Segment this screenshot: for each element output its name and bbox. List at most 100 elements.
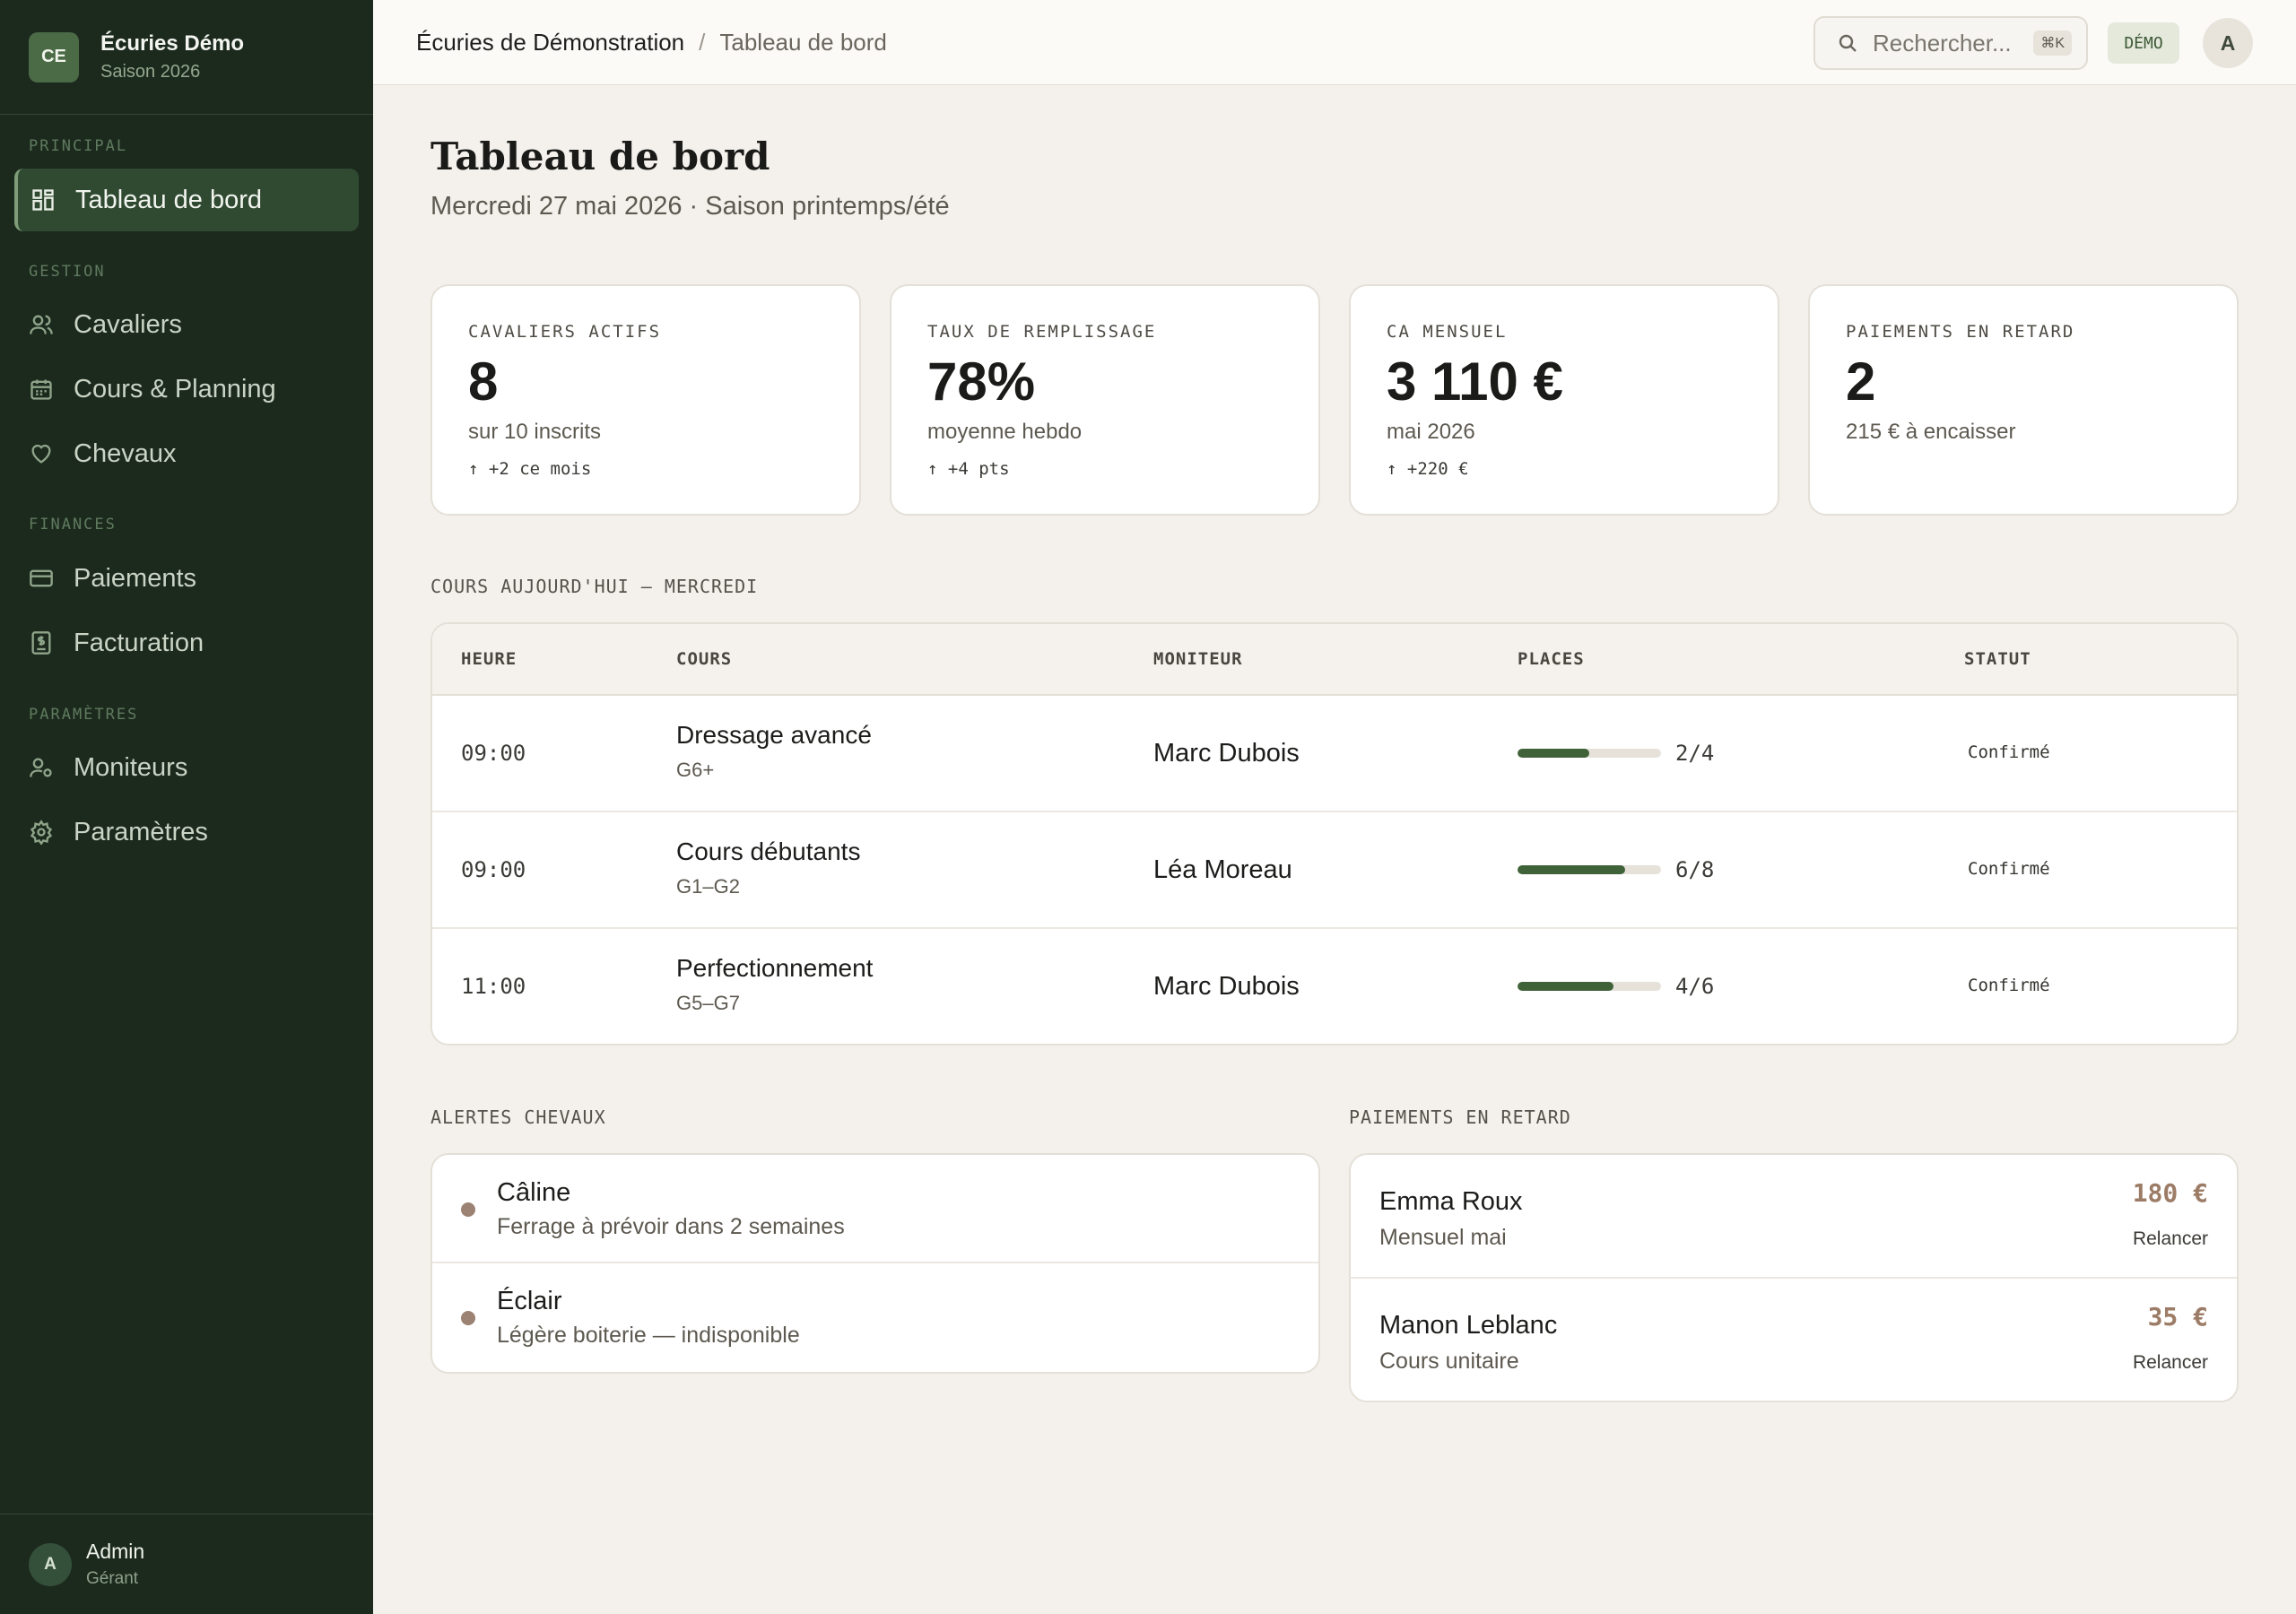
status-badge: Confirmé [1968, 742, 2050, 762]
sidebar-item-lessons[interactable]: Cours & Planning [14, 358, 359, 421]
lesson-instructor: Marc Dubois [1153, 972, 1300, 1001]
breadcrumb-separator: / [699, 28, 706, 56]
course-name: Perfectionnement [676, 954, 874, 982]
course-level: G6+ [676, 759, 715, 781]
users-icon [30, 315, 53, 334]
kpi-value: 8 [468, 351, 499, 412]
sidebar-item-label: Cours & Planning [74, 374, 276, 404]
nav-section-principal: PRINCIPAL [29, 137, 128, 155]
payer-name: Emma Roux [1379, 1187, 1523, 1216]
sidebar-item-label: Paiements [74, 563, 197, 593]
lesson-places: 4/6 [1518, 974, 1714, 999]
kpi-trend: ↑ +2 ce mois [468, 459, 592, 479]
lesson-time: 09:00 [461, 741, 526, 766]
places-progress-bar [1518, 982, 1661, 991]
topbar: Écuries de Démonstration / Tableau de bo… [373, 0, 2296, 85]
places-progress-fill [1518, 865, 1625, 874]
breadcrumb-root[interactable]: Écuries de Démonstration [416, 29, 684, 56]
kpi-trend: ↑ +4 pts [927, 459, 1010, 479]
sidebar-item-instructors[interactable]: Moniteurs [14, 736, 359, 799]
nav-section-parametres: PARAMÈTRES [29, 706, 139, 724]
lesson-places: 2/4 [1518, 741, 1714, 766]
nav-section-gestion: GESTION [29, 263, 106, 281]
lessons-table: HEURE COURS MONITEUR PLACES STATUT 09:00… [430, 622, 2239, 1046]
column-header-status[interactable]: STATUT [1964, 649, 2031, 669]
lessons-section-title: COURS AUJOURD'HUI — MERCREDI [430, 576, 759, 597]
payment-amount: 35 € [2147, 1302, 2208, 1332]
page-subtitle: Mercredi 27 mai 2026 · Saison printemps/… [430, 192, 950, 221]
column-header-course[interactable]: COURS [676, 649, 732, 669]
places-progress-fill [1518, 749, 1589, 758]
course-level: G5–G7 [676, 992, 740, 1014]
lesson-course: Perfectionnement G5–G7 [676, 954, 873, 1015]
sidebar-item-billing[interactable]: Facturation [14, 612, 359, 674]
calendar-icon [30, 379, 52, 400]
places-count: 6/8 [1675, 857, 1715, 882]
kpi-value: 3 110 € [1387, 351, 1563, 412]
avatar: A [29, 1542, 72, 1586]
grid-icon [32, 189, 54, 211]
sidebar-item-settings[interactable]: Paramètres [14, 801, 359, 863]
lesson-time: 09:00 [461, 857, 526, 882]
sidebar-item-label: Moniteurs [74, 752, 188, 782]
user-profile[interactable]: A Admin Gérant [0, 1514, 373, 1614]
places-count: 2/4 [1675, 741, 1715, 766]
column-header-places[interactable]: PLACES [1518, 649, 1585, 669]
search-input[interactable]: Rechercher... ⌘K [1813, 16, 2088, 70]
list-item[interactable]: Éclair Légère boiterie — indisponible [432, 1263, 1318, 1372]
lesson-instructor: Marc Dubois [1153, 739, 1300, 768]
table-row[interactable]: 11:00 Perfectionnement G5–G7 Marc Dubois… [432, 929, 2237, 1044]
demo-badge: DÉMO [2108, 22, 2179, 64]
kpi-card-revenue: CA MENSUEL 3 110 € mai 2026 ↑ +220 € [1349, 284, 1779, 516]
horse-name: Éclair [497, 1287, 562, 1315]
kpi-caption: moyenne hebdo [927, 420, 1083, 444]
sidebar-item-payments[interactable]: Paiements [14, 547, 359, 610]
kpi-value: 78% [927, 351, 1036, 412]
kpi-caption: sur 10 inscrits [468, 420, 602, 444]
brand-season: Saison 2026 [100, 62, 201, 82]
kpi-label: TAUX DE REMPLISSAGE [927, 322, 1157, 342]
breadcrumb-current: Tableau de bord [719, 28, 887, 56]
user-role: Gérant [86, 1569, 139, 1588]
search-icon [1839, 34, 1857, 52]
sidebar-item-label: Chevaux [74, 438, 177, 468]
list-item[interactable]: Câline Ferrage à prévoir dans 2 semaines [432, 1155, 1318, 1263]
nav-section-finances: FINANCES [29, 516, 117, 534]
remind-button[interactable]: Relancer [2133, 1352, 2208, 1374]
table-row[interactable]: 09:00 Dressage avancé G6+ Marc Dubois 2/… [432, 696, 2237, 812]
sidebar-item-dashboard[interactable]: Tableau de bord [14, 169, 359, 231]
avatar[interactable]: A [2203, 18, 2253, 68]
kpi-value: 2 [1846, 351, 1876, 412]
places-progress-bar [1518, 865, 1661, 874]
alert-dot-icon [461, 1311, 475, 1325]
lesson-course: Dressage avancé G6+ [676, 721, 872, 782]
brand-name: Écuries Démo [100, 31, 245, 56]
sidebar-item-label: Tableau de bord [75, 185, 262, 214]
sidebar-item-label: Paramètres [74, 817, 208, 846]
table-row[interactable]: 09:00 Cours débutants G1–G2 Léa Moreau 6… [432, 812, 2237, 929]
payment-amount: 180 € [2132, 1178, 2208, 1208]
kpi-label: CAVALIERS ACTIFS [468, 322, 662, 342]
alert-dot-icon [461, 1202, 475, 1217]
course-name: Cours débutants [676, 837, 861, 865]
sidebar-item-label: Cavaliers [74, 309, 182, 339]
alert-description: Ferrage à prévoir dans 2 semaines [497, 1214, 845, 1239]
remind-button[interactable]: Relancer [2133, 1228, 2208, 1250]
search-placeholder: Rechercher... [1873, 29, 2012, 56]
lesson-places: 6/8 [1518, 857, 1714, 882]
sidebar-item-horses[interactable]: Chevaux [14, 422, 359, 485]
page-title: Tableau de bord [430, 134, 770, 178]
heart-icon [31, 444, 51, 464]
column-header-instructor[interactable]: MONITEUR [1153, 649, 1243, 669]
column-header-time[interactable]: HEURE [461, 649, 517, 669]
brand-header[interactable]: CE Écuries Démo Saison 2026 [0, 0, 373, 115]
alert-description: Légère boiterie — indisponible [497, 1323, 800, 1348]
gear-icon [30, 820, 53, 845]
late-payments-card: Emma Roux Mensuel mai 180 € Relancer Man… [1349, 1153, 2239, 1402]
user-name: Admin [86, 1540, 145, 1563]
kpi-label: CA MENSUEL [1387, 322, 1508, 342]
kpi-caption: mai 2026 [1387, 420, 1475, 444]
kpi-card-riders: CAVALIERS ACTIFS 8 sur 10 inscrits ↑ +2 … [430, 284, 861, 516]
sidebar-item-riders[interactable]: Cavaliers [14, 293, 359, 356]
list-item: Manon Leblanc Cours unitaire 35 € Relanc… [1351, 1279, 2237, 1401]
